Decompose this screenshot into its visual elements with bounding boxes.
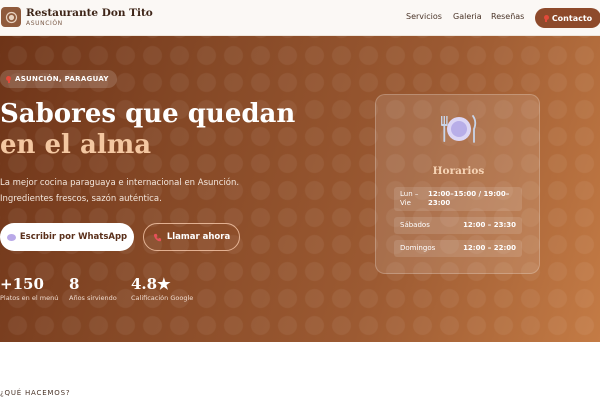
nav-link-resenas[interactable]: Reseñas	[491, 13, 524, 21]
hours-day: Sábados	[400, 221, 430, 229]
hours-card: Horarios Lun – Vie 12:00–15:00 / 19:00–2…	[375, 94, 540, 274]
hero-section: ASUNCIÓN, PARAGUAY Sabores que quedan en…	[0, 36, 600, 342]
whatsapp-button-label: Escribir por WhatsApp	[19, 232, 128, 242]
call-now-button[interactable]: Llamar ahora	[143, 223, 240, 251]
phone-icon	[153, 233, 161, 241]
stat-label: Platos en el menú	[0, 294, 59, 302]
map-pin-icon	[543, 14, 549, 22]
hero-description: La mejor cocina paraguaya e internaciona…	[0, 175, 280, 207]
hero-description-line2: Ingredientes frescos, sazón auténtica.	[0, 194, 162, 204]
hero-title-line2: en el alma	[0, 130, 152, 160]
logo-plate-icon[interactable]	[1, 7, 21, 27]
location-badge-label: ASUNCIÓN, PARAGUAY	[15, 75, 109, 83]
location-badge: ASUNCIÓN, PARAGUAY	[0, 70, 117, 88]
call-now-button-label: Llamar ahora	[166, 232, 231, 242]
stat-years: 8 Años sirviendo	[69, 275, 117, 303]
hours-time: 12:00 – 22:00	[463, 244, 516, 252]
brand-subtitle: ASUNCIÓN	[26, 19, 63, 27]
chat-bubble-icon	[6, 233, 16, 241]
stat-number: 8	[69, 275, 80, 293]
hours-title: Horarios	[432, 165, 485, 177]
hero-description-line1: La mejor cocina paraguaya e internaciona…	[0, 178, 240, 188]
hours-time: 12:00–15:00 / 19:00–23:00	[428, 190, 510, 207]
hours-day: Lun – Vie	[400, 190, 419, 207]
contact-button[interactable]: Contacto	[535, 8, 600, 28]
hours-row: Sábados 12:00 – 23:30	[394, 217, 522, 234]
hours-row: Lun – Vie 12:00–15:00 / 19:00–23:00	[394, 187, 522, 211]
hero-title: Sabores que quedan en el alma	[0, 99, 295, 161]
hours-day: Domingos	[400, 244, 436, 252]
plate-cutlery-icon	[441, 115, 477, 143]
stat-rating: 4.8★ Calificación Google	[131, 275, 194, 303]
stat-dishes: +150 Platos en el menú	[0, 275, 59, 303]
brand[interactable]: Restaurante Don Tito ASUNCIÓN	[26, 8, 153, 27]
hero-title-line1: Sabores que quedan	[0, 99, 296, 129]
navbar: Restaurante Don Tito ASUNCIÓN Servicios …	[0, 0, 600, 36]
stat-label: Calificación Google	[131, 294, 194, 302]
hours-time: 12:00 – 23:30	[463, 221, 516, 229]
nav-link-galeria[interactable]: Galeria	[453, 13, 482, 21]
section-label-what-we-do: ¿QUÉ HACEMOS?	[0, 389, 71, 397]
stat-number: 4.8★	[131, 275, 171, 293]
stat-label: Años sirviendo	[69, 294, 117, 302]
whatsapp-button[interactable]: Escribir por WhatsApp	[0, 223, 134, 251]
map-pin-icon	[6, 75, 11, 83]
brand-name: Restaurante Don Tito	[26, 7, 153, 19]
stat-number: +150	[0, 275, 44, 293]
nav-link-servicios[interactable]: Servicios	[406, 13, 442, 21]
contact-button-label: Contacto	[551, 13, 593, 23]
hours-row: Domingos 12:00 – 22:00	[394, 240, 522, 257]
